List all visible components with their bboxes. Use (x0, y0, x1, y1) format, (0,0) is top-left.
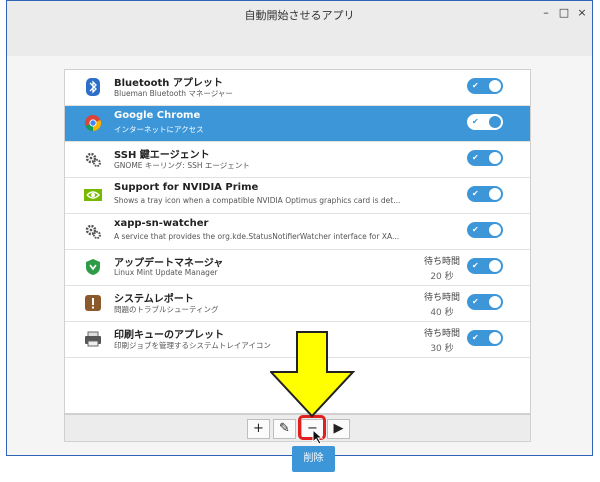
minimize-button[interactable]: – (539, 6, 553, 20)
close-button[interactable]: × (575, 6, 589, 20)
check-icon: ✔ (472, 225, 479, 234)
app-row[interactable]: xapp-sn-watcher A service that provides t… (65, 214, 530, 250)
check-icon: ✔ (472, 297, 479, 306)
chrome-icon (84, 114, 102, 132)
title-bar: 自動開始させるアプリ – □ × (7, 1, 592, 27)
app-row[interactable]: SSH 鍵エージェント GNOME キーリング: SSH エージェント ✔ (65, 142, 530, 178)
edit-button[interactable]: ✎ (273, 419, 296, 439)
delay-value: 40 秒 (430, 308, 454, 318)
app-name: Support for NVIDIA Prime (114, 182, 259, 193)
gear-icon (84, 222, 102, 240)
enable-toggle[interactable]: ✔ (467, 150, 503, 166)
toggle-knob (489, 332, 501, 344)
app-description: インターネットにアクセス (114, 125, 204, 134)
toggle-knob (489, 80, 501, 92)
yellow-arrow-annotation (270, 331, 356, 418)
enable-toggle[interactable]: ✔ (467, 258, 503, 274)
app-row[interactable]: Google Chrome インターネットにアクセス ✔ (65, 106, 530, 142)
app-row[interactable]: アップデートマネージャ Linux Mint Update Manager 待ち時間… (65, 250, 530, 286)
app-name: 印刷キューのアプレット (114, 330, 224, 341)
run-now-button[interactable]: ▶ (327, 419, 350, 439)
app-description: A service that provides the org.kde.Stat… (114, 232, 400, 241)
app-delay: 待ち時間 30 秒 (424, 326, 460, 354)
enable-toggle[interactable]: ✔ (467, 114, 503, 130)
app-name: xapp-sn-watcher (114, 218, 209, 229)
app-description: Linux Mint Update Manager (114, 268, 218, 277)
app-name: SSH 鍵エージェント (114, 150, 210, 161)
delay-value: 30 秒 (430, 344, 454, 354)
delay-label: 待ち時間 (423, 293, 460, 303)
shield-icon (84, 258, 102, 276)
toggle-knob (489, 116, 501, 128)
report-icon (84, 294, 102, 312)
app-description: GNOME キーリング: SSH エージェント (114, 161, 250, 170)
enable-toggle[interactable]: ✔ (467, 330, 503, 346)
add-button[interactable]: + (247, 419, 270, 439)
printer-icon (84, 330, 102, 348)
app-description: Blueman Bluetooth マネージャー (114, 89, 233, 98)
app-row[interactable]: システムレポート 問題のトラブルシューティング 待ち時間 40 秒 ✔ (65, 286, 530, 322)
mouse-pointer-icon (312, 429, 324, 445)
app-description: 問題のトラブルシューティング (114, 305, 219, 314)
app-row[interactable]: Bluetooth アプレット Blueman Bluetooth マネージャー ✔ (65, 70, 530, 106)
remove-tooltip: 削除 (292, 446, 335, 472)
check-icon: ✔ (472, 333, 479, 342)
app-delay: 待ち時間 40 秒 (424, 290, 460, 318)
toggle-knob (489, 296, 501, 308)
app-row[interactable]: Support for NVIDIA Prime Shows a tray ico… (65, 178, 530, 214)
delay-label: 待ち時間 (423, 257, 460, 267)
app-delay: 待ち時間 20 秒 (424, 254, 460, 282)
toggle-knob (489, 224, 501, 236)
toggle-knob (489, 152, 501, 164)
gear-icon (84, 150, 102, 168)
window-title: 自動開始させるアプリ (244, 9, 355, 22)
toggle-knob (489, 260, 501, 272)
check-icon: ✔ (472, 153, 479, 162)
enable-toggle[interactable]: ✔ (467, 222, 503, 238)
app-name: システムレポート (114, 294, 194, 305)
delay-value: 20 秒 (430, 272, 454, 282)
app-description: 印刷ジョブを管理するシステムトレイアイコン (114, 341, 271, 350)
enable-toggle[interactable]: ✔ (467, 78, 503, 94)
enable-toggle[interactable]: ✔ (467, 294, 503, 310)
nvidia-icon (84, 186, 102, 204)
app-name: Bluetooth アプレット (114, 78, 223, 89)
enable-toggle[interactable]: ✔ (467, 186, 503, 202)
bluetooth-icon (84, 78, 102, 96)
check-icon: ✔ (472, 189, 479, 198)
check-icon: ✔ (472, 261, 479, 270)
toggle-knob (489, 188, 501, 200)
app-description: Shows a tray icon when a compatible NVID… (114, 196, 401, 205)
check-icon: ✔ (472, 81, 479, 90)
check-icon: ✔ (472, 117, 479, 126)
maximize-button[interactable]: □ (557, 6, 571, 20)
delay-label: 待ち時間 (423, 329, 460, 339)
app-name: アップデートマネージャ (114, 258, 224, 269)
app-name: Google Chrome (114, 110, 201, 121)
